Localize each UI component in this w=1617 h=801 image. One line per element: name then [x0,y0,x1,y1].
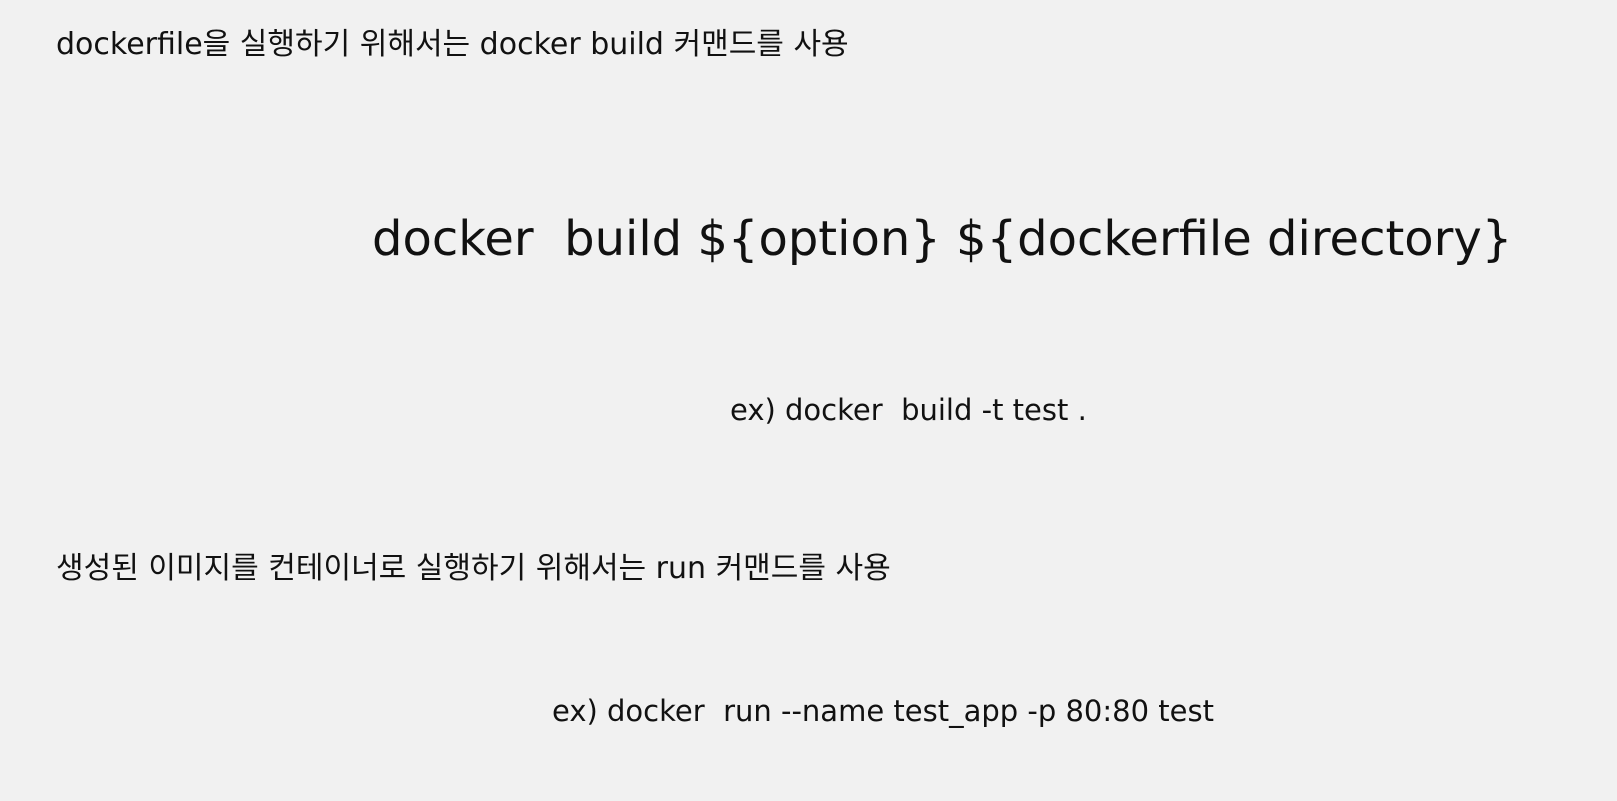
build-command-example: ex) docker build -t test . [730,393,1087,427]
run-intro-text: 생성된 이미지를 컨테이너로 실행하기 위해서는 run 커맨드를 사용 [56,551,891,586]
build-command-syntax: docker build ${option} ${dockerfile dire… [372,211,1513,267]
build-intro-text: dockerfile을 실행하기 위해서는 docker build 커맨드를 … [56,27,849,62]
run-command-example: ex) docker run --name test_app -p 80:80 … [552,694,1214,728]
